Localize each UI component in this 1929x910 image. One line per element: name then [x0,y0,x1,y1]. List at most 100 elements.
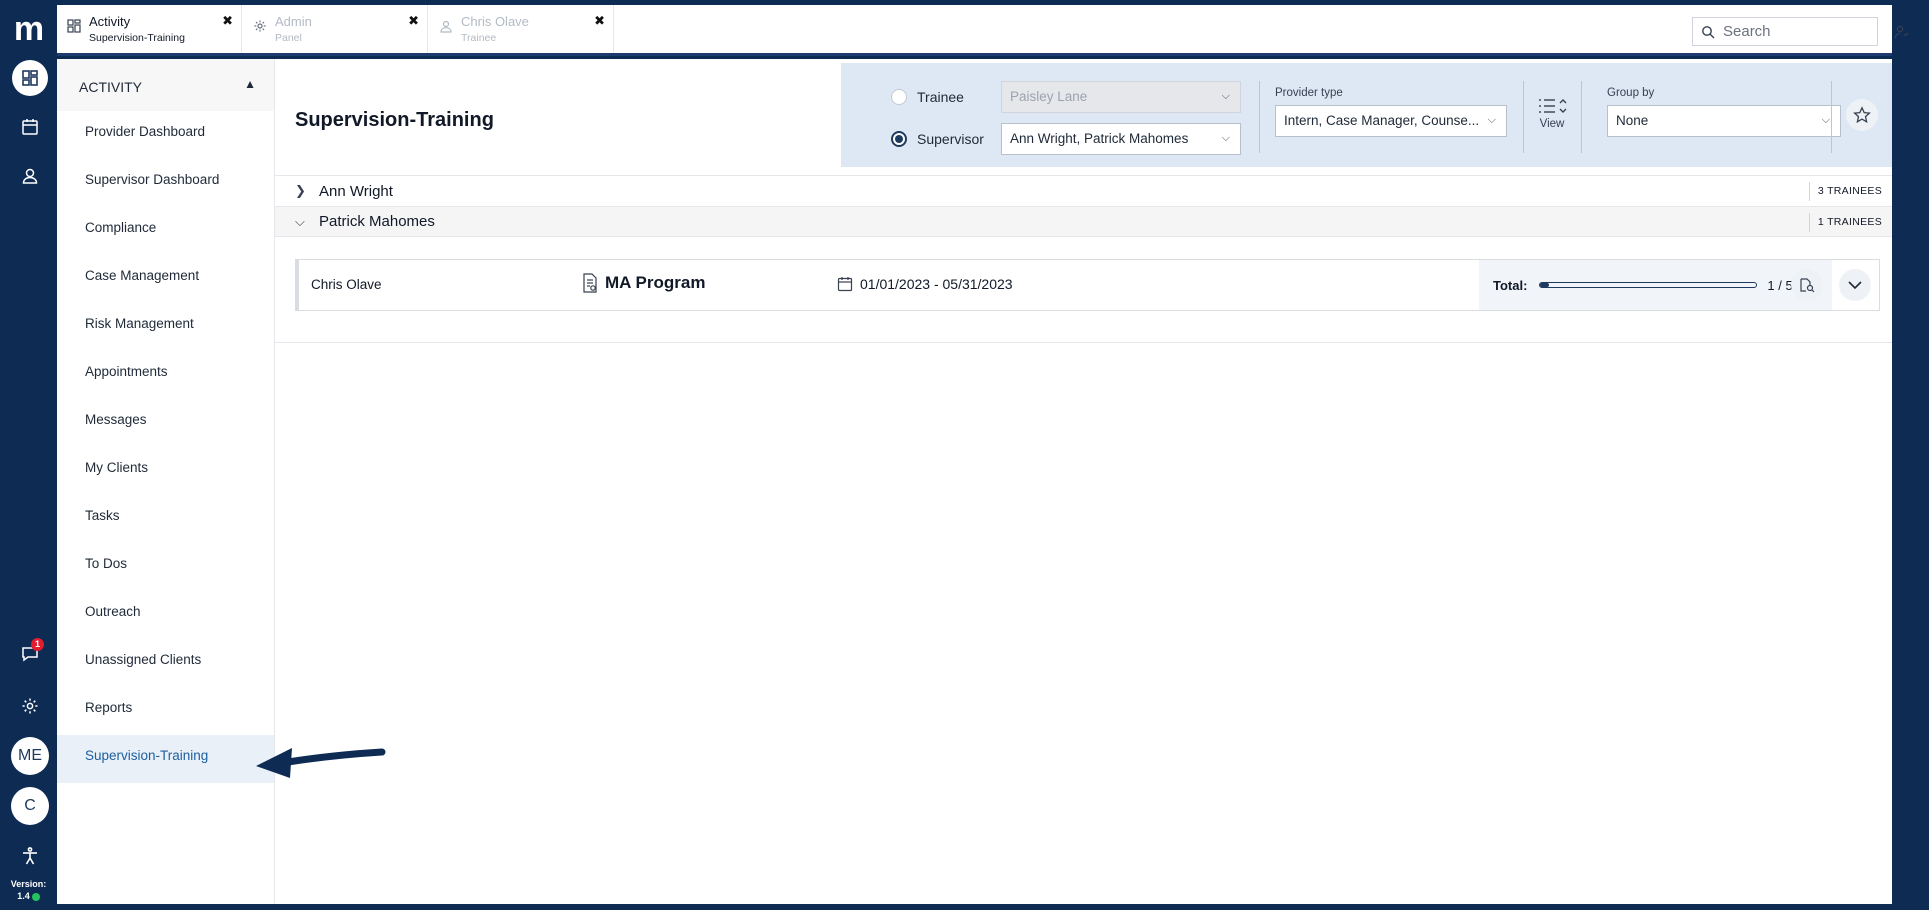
sidebar-item-supervision-training[interactable]: Supervision-Training [57,735,274,783]
chat-nav-button[interactable]: 1 [12,636,48,672]
chevron-down-icon: ⌵ [1821,114,1830,126]
sidebar-item-messages[interactable]: Messages [57,399,274,447]
dashboard-icon [22,70,38,86]
sidebar-item-compliance[interactable]: Compliance [57,207,274,255]
avatar-me[interactable]: ME [11,737,49,775]
sidebar-item-to-dos[interactable]: To Dos [57,543,274,591]
tab-chris-olave[interactable]: Chris Olave Trainee ✖ [429,5,614,53]
sidebar-item-tasks[interactable]: Tasks [57,495,274,543]
favorite-button[interactable] [1846,99,1878,131]
accessibility-button[interactable] [12,838,48,874]
calendar-icon [837,277,853,292]
brand-logo[interactable]: m [12,12,46,48]
program: MA Program [581,273,705,293]
notification-badge: 1 [31,638,44,651]
close-icon[interactable]: ✖ [408,13,419,29]
trainee-radio-label: Trainee [917,89,964,105]
sidebar-header[interactable]: ACTIVITY ▲ [57,59,274,111]
sidebar-item-provider-dashboard[interactable]: Provider Dashboard [57,111,274,159]
settings-nav-button[interactable] [12,688,48,724]
group-name: Patrick Mahomes [319,213,435,230]
search-box[interactable] [1692,17,1878,46]
supervisor-select[interactable]: Ann Wright, Patrick Mahomes ⌵ [1001,123,1241,155]
sidebar-item-unassigned-clients[interactable]: Unassigned Clients [57,639,274,687]
profile-nav-button[interactable] [12,158,48,194]
expand-card-button[interactable] [1839,269,1871,301]
sidebar-item-reports[interactable]: Reports [57,687,274,735]
progress-total: Total: 1 / 50 [1479,260,1832,310]
supervisor-radio-option[interactable]: Supervisor [891,131,984,147]
close-icon[interactable]: ✖ [594,13,605,29]
provider-type-value: Intern, Case Manager, Counse... [1284,113,1480,128]
dashboard-nav-button[interactable] [12,60,48,96]
status-dot [31,892,40,901]
search-icon [1702,25,1715,38]
trainee-select: Paisley Lane ⌵ [1001,81,1241,113]
annotation-arrow-icon [256,748,386,778]
chevron-right-icon: ❯ [295,183,306,198]
trainee-select-value: Paisley Lane [1010,89,1088,104]
main-content: Supervision-Training Trainee Supervisor … [275,59,1892,904]
tab-bar: Activity Supervision-Training ✖ Admin Pa… [57,5,1909,56]
tab-title: Activity [89,14,131,29]
user-switch-icon [1894,25,1909,38]
chevron-down-icon [1848,281,1862,290]
chevron-down-icon: ⌵ [1221,132,1230,144]
group-row-patrick-mahomes[interactable]: ⌵ Patrick Mahomes 1 TRAINEES [275,206,1892,237]
tab-subtitle: Trainee [461,32,497,44]
trainee-count: 3 TRAINEES [1808,182,1892,201]
provider-type-select[interactable]: Intern, Case Manager, Counse... ⌵ [1275,105,1507,137]
provider-type-label: Provider type [1275,87,1343,99]
user-icon [22,168,38,184]
user-switch-button[interactable] [1887,17,1917,46]
tab-subtitle: Panel [275,32,302,44]
calendar-nav-button[interactable] [12,109,48,145]
supervisor-radio-label: Supervisor [917,131,984,147]
tab-activity[interactable]: Activity Supervision-Training ✖ [57,5,242,53]
sidebar-item-appointments[interactable]: Appointments [57,351,274,399]
review-button[interactable] [1791,269,1823,301]
group-row-ann-wright[interactable]: ❯ Ann Wright 3 TRAINEES [275,175,1892,206]
progress-bar [1539,282,1758,288]
tab-subtitle: Supervision-Training [89,32,185,44]
divider [1831,81,1832,153]
divider [1523,81,1524,153]
tab-admin[interactable]: Admin Panel ✖ [243,5,428,53]
page-title: Supervision-Training [295,109,494,131]
group-by-select[interactable]: None ⌵ [1607,105,1841,137]
chevron-down-icon: ⌵ [1221,90,1230,102]
gear-icon [22,698,38,714]
close-icon[interactable]: ✖ [222,13,233,29]
sidebar-item-case-management[interactable]: Case Management [57,255,274,303]
avatar-c[interactable]: C [11,787,49,825]
date-range: 01/01/2023 - 05/31/2023 [837,276,1013,292]
group-name: Ann Wright [319,182,393,200]
left-rail: m 1 ME C Version: 1.4 [0,0,57,910]
chevron-up-icon: ▲ [244,77,256,91]
program-document-icon [583,273,597,293]
sidebar-item-my-clients[interactable]: My Clients [57,447,274,495]
sidebar-item-risk-management[interactable]: Risk Management [57,303,274,351]
user-icon [440,20,452,33]
group-by-label: Group by [1607,87,1655,99]
accessibility-icon [23,847,37,865]
trainee-radio[interactable] [891,89,907,105]
trainee-radio-option[interactable]: Trainee [891,89,964,105]
supervisor-radio[interactable] [891,131,907,147]
sidebar-item-outreach[interactable]: Outreach [57,591,274,639]
group-by-value: None [1616,113,1649,128]
sidebar-item-supervisor-dashboard[interactable]: Supervisor Dashboard [57,159,274,207]
search-input[interactable] [1723,23,1863,40]
divider [275,342,1892,343]
chevron-down-icon: ⌵ [1487,114,1496,126]
tab-title: Chris Olave [461,14,529,29]
list-view-icon [1539,99,1567,113]
trainee-card[interactable]: Chris Olave MA Program 01/01/2023 - 05/3… [295,259,1880,311]
supervisor-select-value: Ann Wright, Patrick Mahomes [1010,131,1189,146]
program-name: MA Program [605,273,706,292]
filter-panel: Trainee Supervisor Paisley Lane ⌵ Ann Wr… [841,63,1892,167]
sidebar: ACTIVITY ▲ Provider Dashboard Supervisor… [57,59,275,904]
view-toggle-button[interactable]: View [1532,97,1572,130]
sidebar-header-label: ACTIVITY [79,79,143,95]
total-label: Total: [1493,277,1528,293]
